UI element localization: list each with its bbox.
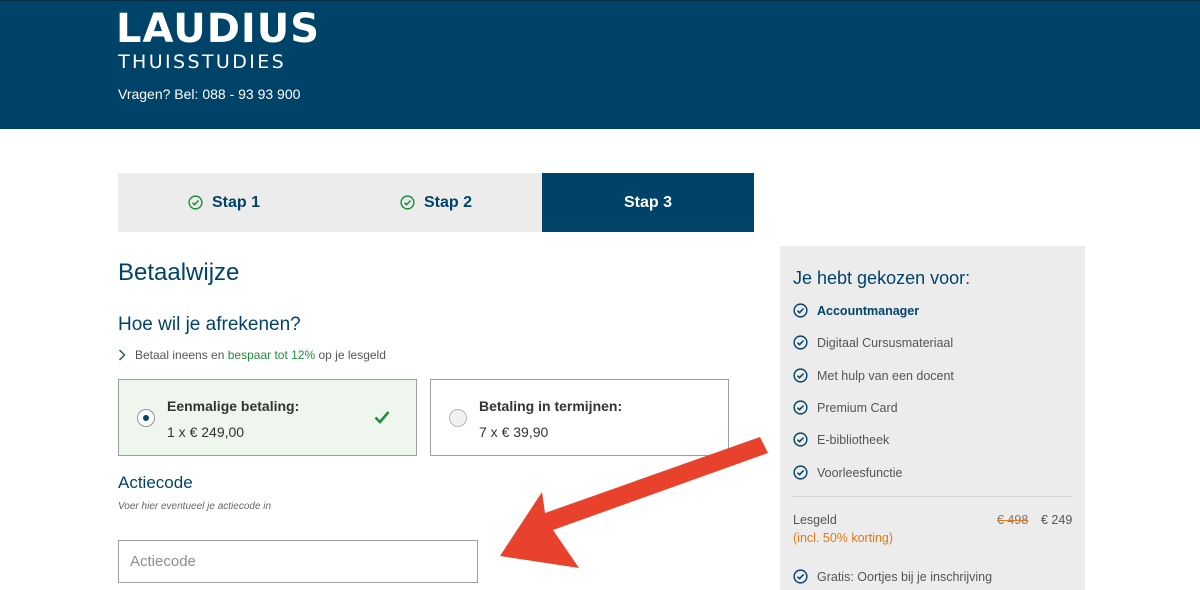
promo-text-post: op je lesgeld (318, 348, 386, 362)
new-price: € 249 (1041, 513, 1073, 527)
summary-item-label: Accountmanager (817, 303, 920, 318)
old-price: € 498 (997, 513, 1029, 527)
actiecode-title: Actiecode (118, 473, 193, 492)
step-label: Stap 1 (211, 193, 260, 211)
check-circle-icon (793, 400, 808, 415)
step-label: Stap 3 (623, 193, 672, 211)
arrow-annotation-icon (500, 437, 768, 568)
step-2[interactable]: Stap 2 (330, 173, 542, 232)
fee-label: Lesgeld (793, 513, 837, 527)
check-circle-icon (793, 465, 808, 480)
gift-label: Gratis: Oortjes bij je inschrijving (817, 569, 993, 584)
actiecode-input[interactable] (118, 540, 478, 583)
step-1[interactable]: Stap 1 (118, 173, 330, 232)
logo-laudius[interactable]: LAUDIUS (116, 7, 320, 51)
site-header: LAUDIUS THUISSTUDIES Vragen? Bel: 088 - … (0, 0, 1200, 129)
option-title: Betaling in termijnen: (479, 398, 623, 414)
summary-item: Voorleesfunctie (793, 465, 902, 480)
promo-text-pre: Betaal ineens en (135, 348, 225, 362)
summary-item: Premium Card (793, 400, 898, 415)
summary-item-label: Voorleesfunctie (817, 465, 903, 480)
step-label: Stap 2 (423, 193, 472, 211)
check-circle-icon (793, 335, 808, 350)
chevron-right-icon (119, 349, 126, 361)
summary-item-label: Digitaal Cursusmateriaal (817, 335, 954, 350)
check-circle-icon (793, 303, 808, 318)
check-circle-icon (793, 432, 808, 447)
summary-item-label: Premium Card (817, 400, 898, 415)
summary-item-label: E-bibliotheek (817, 432, 890, 447)
phone-number[interactable]: Vragen? Bel: 088 - 93 93 900 (118, 85, 300, 103)
step-3[interactable]: Stap 3 (542, 173, 754, 232)
summary-gift: Gratis: Oortjes bij je inschrijving (793, 569, 992, 584)
checkmark-icon (374, 411, 390, 424)
check-circle-icon (793, 569, 808, 584)
checkout-steps: Stap 1 Stap 2 Stap 3 (118, 173, 754, 232)
summary-item: Accountmanager (793, 303, 919, 318)
check-circle-icon (793, 368, 808, 383)
radio-button[interactable] (137, 409, 155, 427)
summary-item-label: Met hulp van een docent (817, 368, 954, 383)
promo-line: Betaal ineens en bespaar tot 12% op je l… (118, 348, 386, 362)
summary-divider (793, 496, 1071, 497)
radio-button[interactable] (449, 409, 467, 427)
order-summary: Je hebt gekozen voor: Accountmanager Dig… (780, 246, 1085, 590)
check-circle-icon (400, 195, 415, 210)
promo-highlight: bespaar tot 12% (227, 348, 316, 362)
option-price: 1 x € 249,00 (167, 424, 245, 440)
payment-question: Hoe wil je afrekenen? (118, 314, 301, 335)
page-title: Betaalwijze (118, 259, 240, 286)
option-title: Eenmalige betaling: (167, 398, 300, 414)
summary-title: Je hebt gekozen voor: (793, 268, 971, 288)
discount-note: (incl. 50% korting) (793, 531, 894, 545)
summary-item: Digitaal Cursusmateriaal (793, 335, 953, 350)
summary-item: Met hulp van een docent (793, 368, 954, 383)
option-eenmalige-betaling[interactable]: Eenmalige betaling: 1 x € 249,00 (118, 379, 417, 456)
summary-item: E-bibliotheek (793, 432, 889, 447)
check-circle-icon (188, 195, 203, 210)
logo-subtitle[interactable]: THUISSTUDIES (118, 51, 286, 73)
actiecode-hint: Voer hier eventueel je actiecode in (118, 501, 272, 512)
